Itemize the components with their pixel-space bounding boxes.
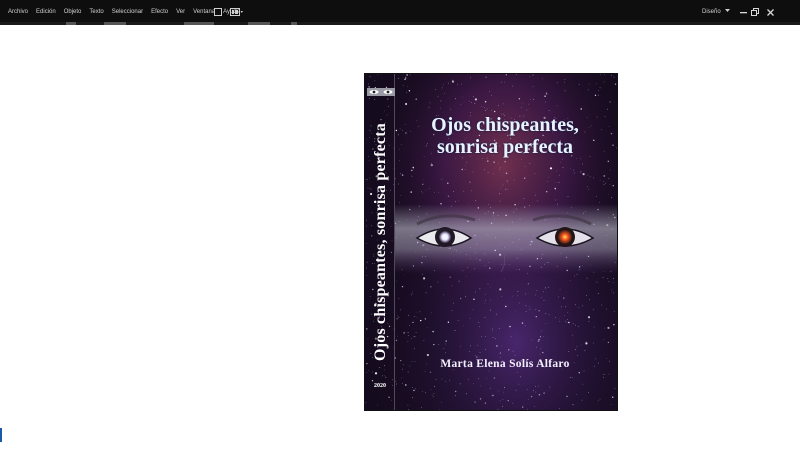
menu-ver[interactable]: Ver <box>172 0 189 24</box>
menu-seleccionar[interactable]: Seleccionar <box>108 0 147 24</box>
menu-bar: Archivo Edición Objeto Texto Seleccionar… <box>4 0 244 24</box>
panel-edge-marker <box>0 428 2 442</box>
cover-title-line-2: sonrisa perfecta <box>436 136 574 158</box>
restore-icon[interactable] <box>748 0 762 24</box>
cover-author: Marta Elena Solís Alfaro <box>440 358 570 370</box>
book-cover[interactable]: Ojos chispeantes, sonrisa perfecta 2020 … <box>365 74 617 410</box>
cover-title: Ojos chispeantes, sonrisa perfecta <box>397 114 613 158</box>
workspace-label: Diseño <box>702 9 721 15</box>
menu-objeto[interactable]: Objeto <box>60 0 86 24</box>
spine-title: Ojos chispeantes, sonrisa perfecta <box>372 123 389 361</box>
menu-efecto[interactable]: Efecto <box>147 0 172 24</box>
close-icon[interactable] <box>763 0 777 24</box>
arrange-documents-icon[interactable] <box>230 8 244 16</box>
menu-texto[interactable]: Texto <box>85 0 107 24</box>
menu-edicion[interactable]: Edición <box>32 0 60 24</box>
application-bar: Archivo Edición Objeto Texto Seleccionar… <box>0 0 800 25</box>
chevron-down-icon <box>724 9 730 15</box>
workspace-switcher[interactable]: Diseño <box>702 0 730 24</box>
spine-year: 2020 <box>374 383 386 389</box>
menu-archivo[interactable]: Archivo <box>4 0 32 24</box>
document-icon[interactable] <box>214 8 222 16</box>
spine-divider <box>394 74 395 410</box>
cover-title-line-1: Ojos chispeantes, <box>431 114 579 136</box>
spine-eyes-image <box>367 88 395 96</box>
